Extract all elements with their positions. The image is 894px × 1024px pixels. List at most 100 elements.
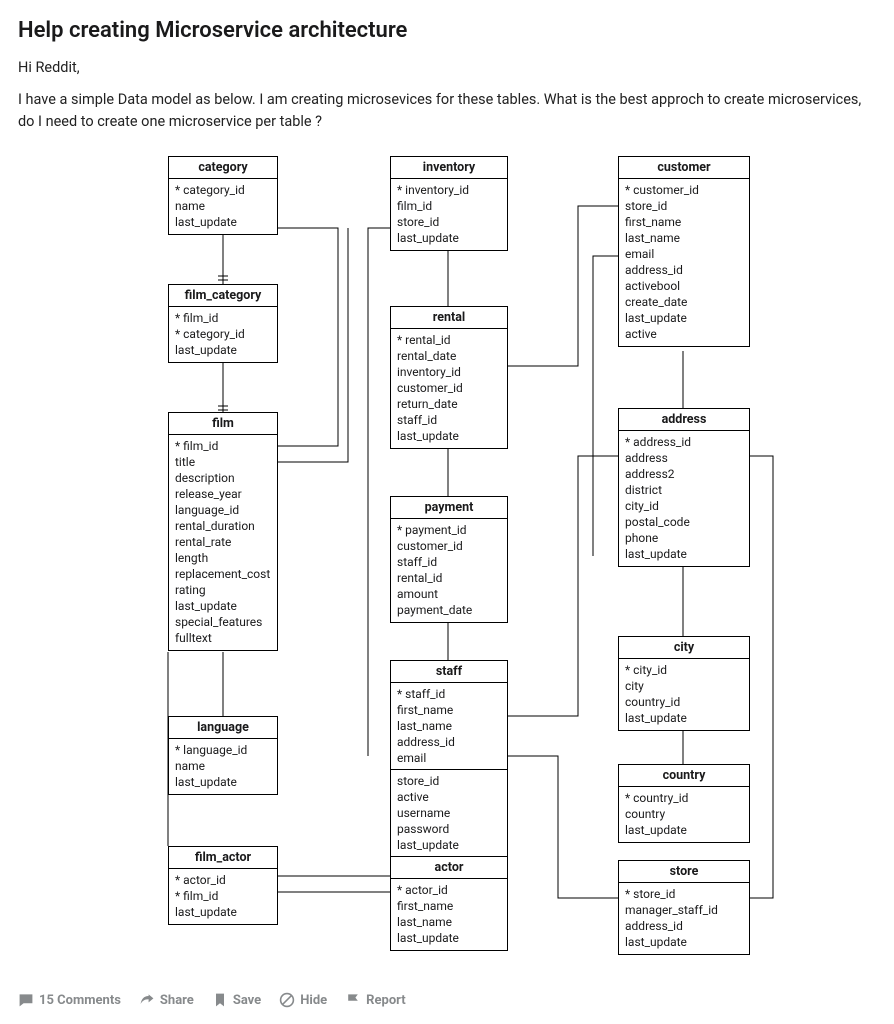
entity-header: film_category xyxy=(169,285,277,307)
entity-field: last_name xyxy=(625,230,743,246)
entity-field: film_id xyxy=(397,198,501,214)
save-label: Save xyxy=(233,993,261,1008)
entity-header: country xyxy=(619,765,749,787)
post-title: Help creating Microservice architecture xyxy=(18,18,876,43)
hide-button[interactable]: Hide xyxy=(279,992,327,1008)
entity-fields: * staff_idfirst_namelast_nameaddress_ide… xyxy=(391,683,507,873)
entity-field: username xyxy=(397,805,501,821)
entity-field: last_update xyxy=(175,774,271,790)
entity-field: last_update xyxy=(175,904,271,920)
entity-field: * film_id xyxy=(175,438,271,454)
entity-field: staff_id xyxy=(397,554,501,570)
entity-field: address_id xyxy=(625,262,743,278)
entity-field: name xyxy=(175,758,271,774)
entity-field: postal_code xyxy=(625,514,743,530)
entity-header: staff xyxy=(391,661,507,683)
hide-icon xyxy=(279,992,295,1008)
entity-field: last_update xyxy=(175,214,271,230)
entity-field: last_update xyxy=(625,310,743,326)
entity-field: customer_id xyxy=(397,538,501,554)
entity-actor: actor* actor_idfirst_namelast_namelast_u… xyxy=(390,856,508,951)
entity-fields: * city_idcitycountry_idlast_update xyxy=(619,659,749,730)
entity-rental: rental* rental_idrental_dateinventory_id… xyxy=(390,306,508,449)
entity-fields: * actor_id* film_idlast_update xyxy=(169,869,277,924)
entity-address: address* address_idaddressaddress2distri… xyxy=(618,408,750,567)
entity-field: * country_id xyxy=(625,790,743,806)
entity-category: category* category_idnamelast_update xyxy=(168,156,278,235)
entity-header: actor xyxy=(391,857,507,879)
entity-field: staff_id xyxy=(397,412,501,428)
entity-fields: * country_idcountrylast_update xyxy=(619,787,749,842)
share-button[interactable]: Share xyxy=(139,992,194,1008)
share-label: Share xyxy=(160,993,194,1008)
entity-field: city xyxy=(625,678,743,694)
entity-field: address_id xyxy=(625,918,743,934)
entity-field: name xyxy=(175,198,271,214)
entity-fields: * actor_idfirst_namelast_namelast_update xyxy=(391,879,507,950)
save-button[interactable]: Save xyxy=(212,992,261,1008)
entity-field: first_name xyxy=(397,702,501,718)
post-actions: 15 Comments Share Save Hide Report xyxy=(18,980,876,1012)
entity-field: rental_date xyxy=(397,348,501,364)
entity-field: replacement_cost xyxy=(175,566,271,582)
entity-field: * rental_id xyxy=(397,332,501,348)
entity-fields: * film_id* category_idlast_update xyxy=(169,307,277,362)
entity-field: * staff_id xyxy=(397,686,501,702)
entity-header: rental xyxy=(391,307,507,329)
entity-field: language_id xyxy=(175,502,271,518)
entity-fields: * film_idtitledescriptionrelease_yearlan… xyxy=(169,435,277,650)
entity-field: fulltext xyxy=(175,630,271,646)
entity-field: password xyxy=(397,821,501,837)
entity-field: * address_id xyxy=(625,434,743,450)
entity-field: store_id xyxy=(397,773,501,789)
comment-icon xyxy=(18,992,34,1008)
entity-field: * language_id xyxy=(175,742,271,758)
entity-field: address xyxy=(625,450,743,466)
er-diagram: category* category_idnamelast_update fil… xyxy=(18,142,876,980)
entity-header: inventory xyxy=(391,157,507,179)
entity-field: * inventory_id xyxy=(397,182,501,198)
entity-field: * payment_id xyxy=(397,522,501,538)
entity-field: * category_id xyxy=(175,326,271,342)
entity-field: manager_staff_id xyxy=(625,902,743,918)
entity-field: special_features xyxy=(175,614,271,630)
entity-field: last_update xyxy=(625,934,743,950)
entity-field: * city_id xyxy=(625,662,743,678)
entity-store: store* store_idmanager_staff_idaddress_i… xyxy=(618,860,750,955)
entity-field: last_update xyxy=(625,822,743,838)
entity-header: film_actor xyxy=(169,847,277,869)
entity-staff: staff* staff_idfirst_namelast_nameaddres… xyxy=(390,660,508,874)
entity-field: rental_rate xyxy=(175,534,271,550)
report-button[interactable]: Report xyxy=(345,992,405,1008)
entity-field: last_update xyxy=(625,710,743,726)
entity-fields: * customer_idstore_idfirst_namelast_name… xyxy=(619,179,749,346)
entity-header: customer xyxy=(619,157,749,179)
entity-payment: payment* payment_idcustomer_idstaff_idre… xyxy=(390,496,508,623)
entity-field: first_name xyxy=(397,898,501,914)
entity-field: * actor_id xyxy=(397,882,501,898)
entity-field: last_name xyxy=(397,914,501,930)
entity-header: category xyxy=(169,157,277,179)
entity-field: last_update xyxy=(175,342,271,358)
entity-field: address_id xyxy=(397,734,501,750)
entity-field: * actor_id xyxy=(175,872,271,888)
comments-button[interactable]: 15 Comments xyxy=(18,992,121,1008)
entity-field: title xyxy=(175,454,271,470)
entity-field: country_id xyxy=(625,694,743,710)
entity-field: active xyxy=(397,789,501,805)
entity-field: * film_id xyxy=(175,888,271,904)
entity-film-category: film_category* film_id* category_idlast_… xyxy=(168,284,278,363)
share-icon xyxy=(139,992,155,1008)
entity-header: store xyxy=(619,861,749,883)
entity-fields: * rental_idrental_dateinventory_idcustom… xyxy=(391,329,507,448)
comments-label: 15 Comments xyxy=(39,993,121,1008)
entity-field: last_update xyxy=(175,598,271,614)
entity-field: activebool xyxy=(625,278,743,294)
entity-inventory: inventory* inventory_idfilm_idstore_idla… xyxy=(390,156,508,251)
entity-fields: * address_idaddressaddress2districtcity_… xyxy=(619,431,749,566)
entity-fields: * store_idmanager_staff_idaddress_idlast… xyxy=(619,883,749,954)
entity-field: address2 xyxy=(625,466,743,482)
entity-field: last_update xyxy=(625,546,743,562)
entity-language: language* language_idnamelast_update xyxy=(168,716,278,795)
entity-fields: * language_idnamelast_update xyxy=(169,739,277,794)
